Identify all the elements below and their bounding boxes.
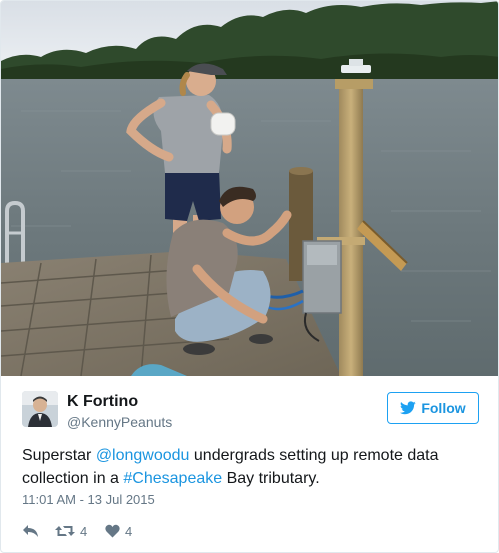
tweet-text: Superstar @longwoodu undergrads setting …	[22, 444, 482, 490]
dock-photo-image	[1, 1, 498, 376]
reply-icon	[23, 525, 38, 537]
like-count: 4	[125, 523, 133, 539]
tweet-card: K Fortino @KennyPeanuts Follow Superstar…	[0, 0, 499, 553]
tweet-text-part-1: Superstar	[22, 447, 96, 464]
retweet-button[interactable]: 4	[55, 524, 103, 539]
retweet-count: 4	[80, 523, 88, 539]
user-screen-name[interactable]: @KennyPeanuts	[67, 414, 172, 431]
avatar-image	[22, 391, 58, 427]
reply-button[interactable]	[22, 524, 55, 538]
follow-button-label: Follow	[421, 400, 466, 416]
twitter-bird-icon	[400, 401, 417, 415]
user-display-name[interactable]: K Fortino	[67, 392, 138, 411]
retweet-icon	[55, 526, 75, 536]
like-button[interactable]: 4	[105, 524, 132, 539]
hashtag-link[interactable]: #Chesapeake	[123, 470, 222, 487]
heart-icon	[105, 524, 120, 538]
user-avatar[interactable]	[22, 391, 58, 427]
tweet-body: K Fortino @KennyPeanuts Follow Superstar…	[1, 376, 498, 552]
follow-button[interactable]: Follow	[387, 392, 479, 424]
tweet-timestamp[interactable]: 11:01 AM - 13 Jul 2015	[22, 492, 155, 508]
tweet-text-part-3: Bay tributary.	[222, 470, 320, 487]
mention-link[interactable]: @longwoodu	[96, 447, 190, 464]
tweet-actions: 4 4	[22, 521, 132, 541]
tweet-photo[interactable]	[1, 1, 498, 376]
